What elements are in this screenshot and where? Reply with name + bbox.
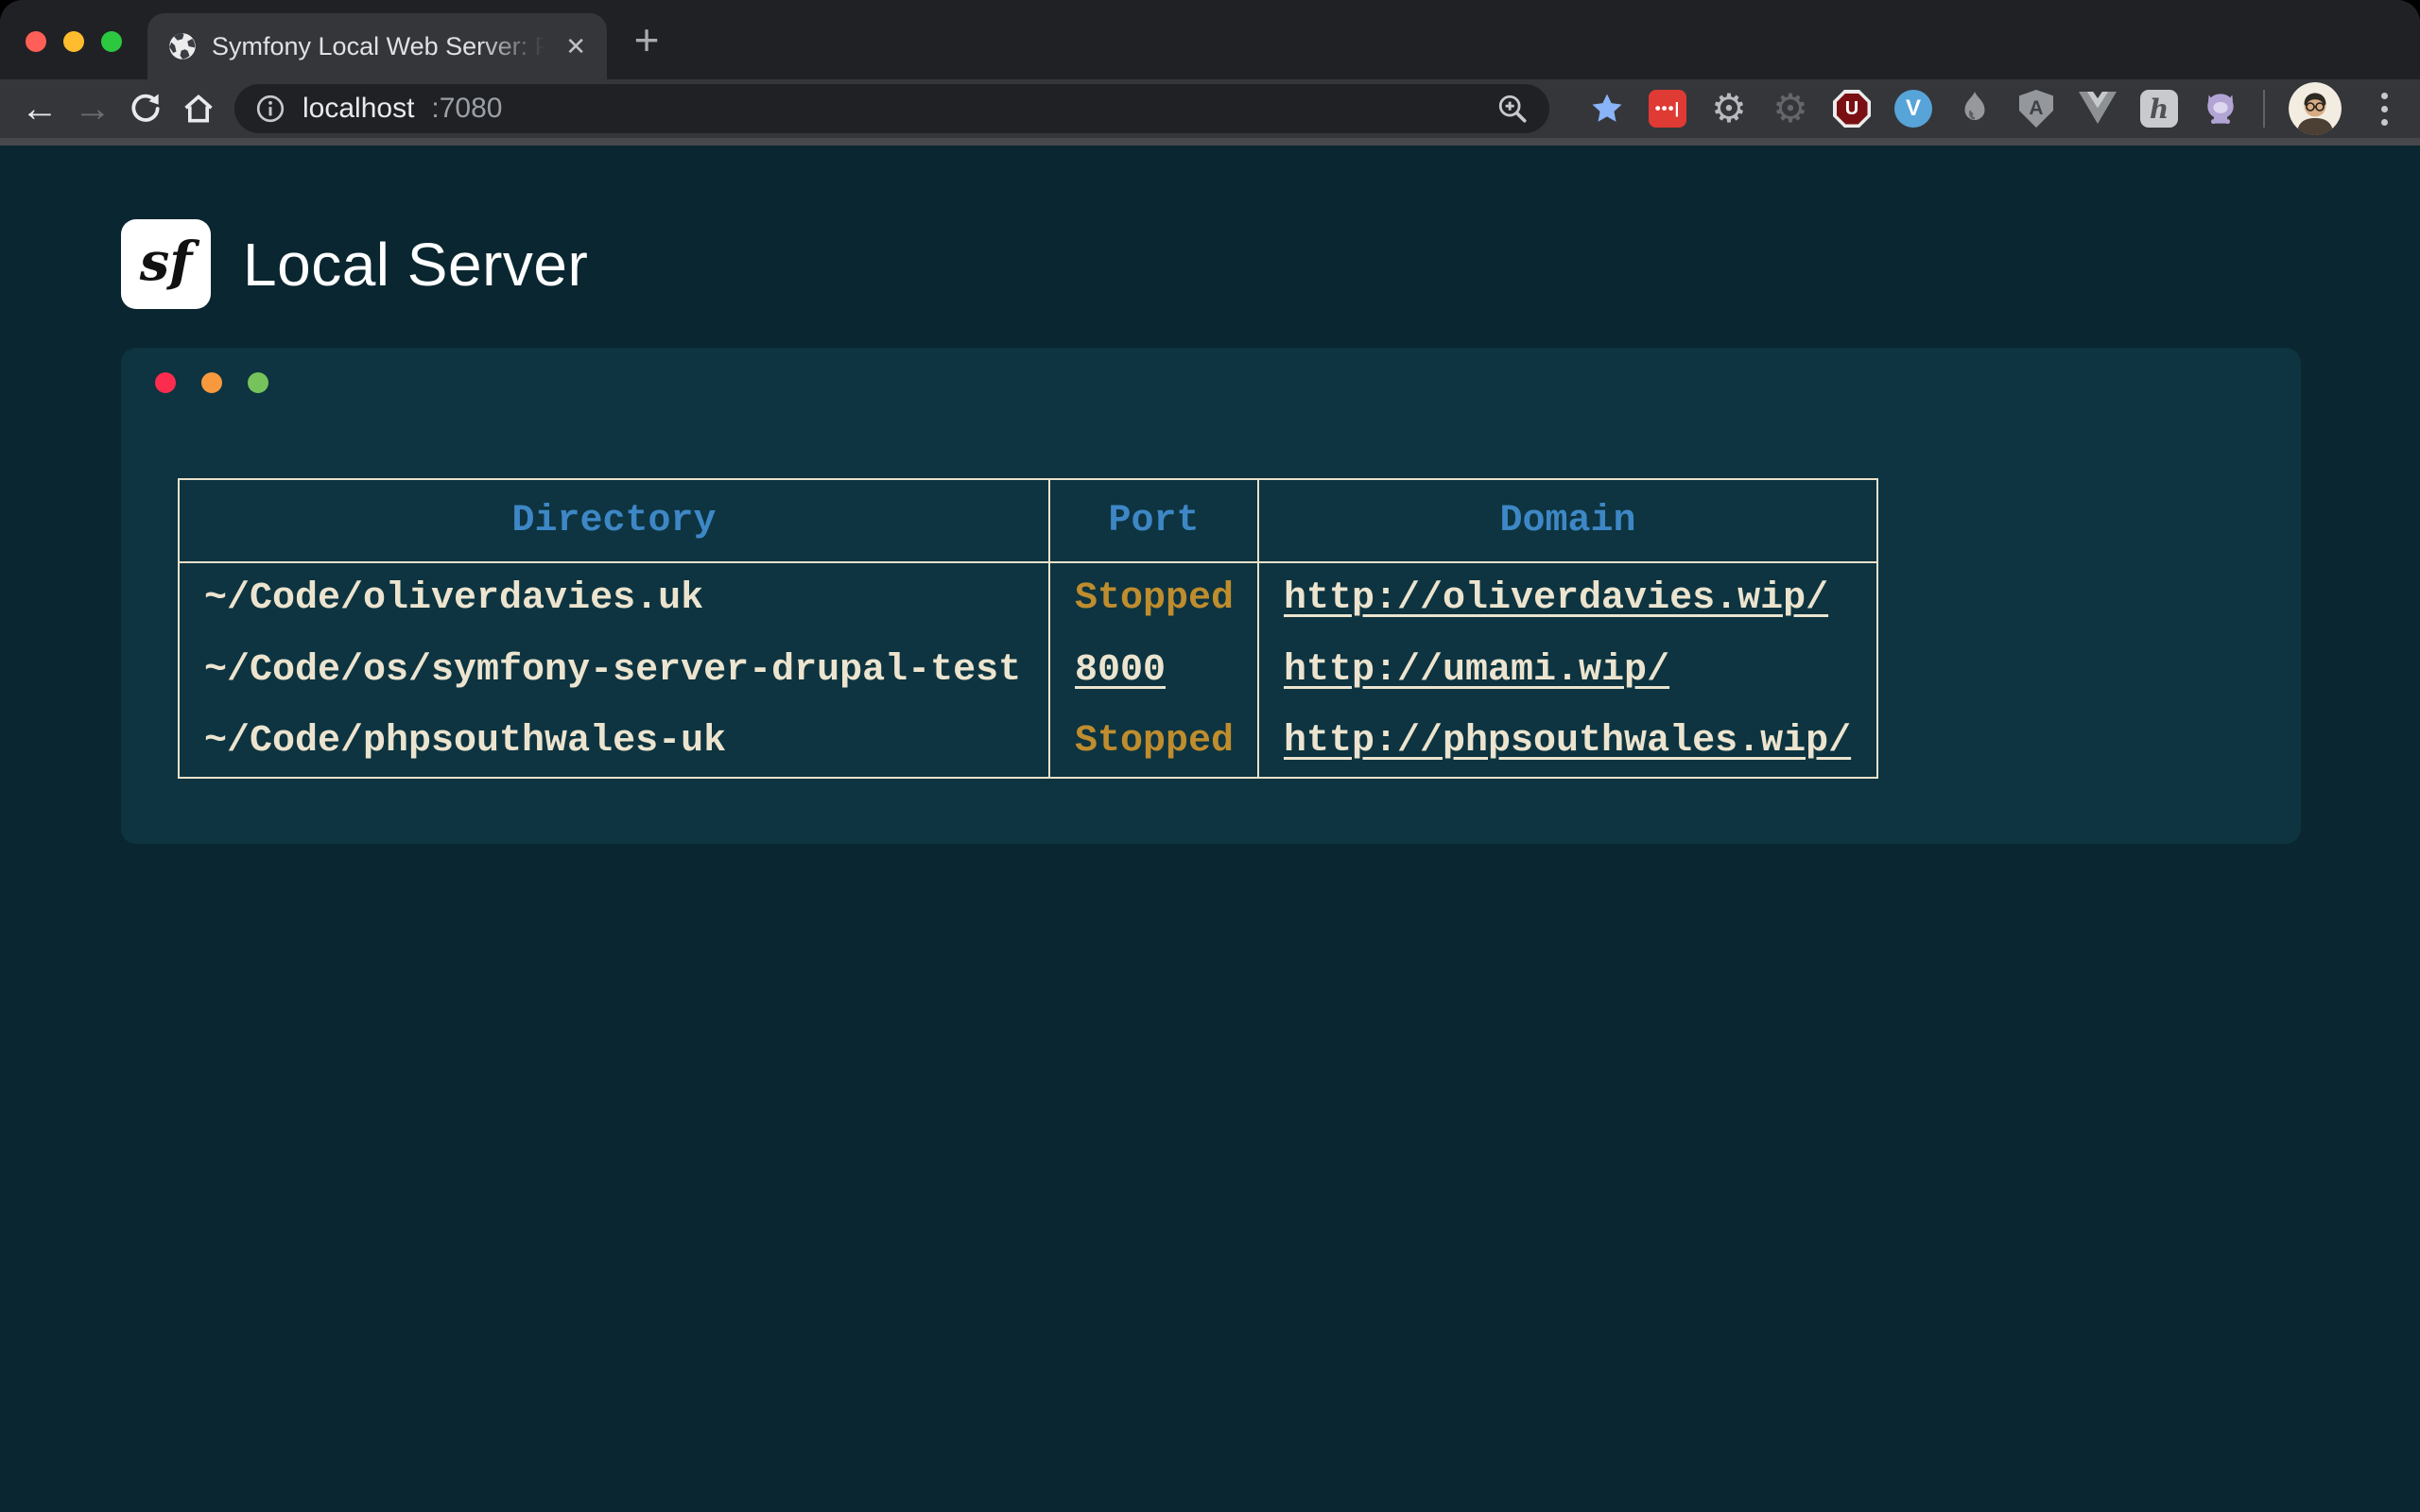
- forward-icon[interactable]: →: [66, 82, 119, 135]
- domain-link[interactable]: http://umami.wip/: [1284, 649, 1669, 692]
- domain-cell: http://umami.wip/: [1258, 634, 1877, 706]
- port-status: Stopped: [1049, 562, 1258, 634]
- zoom-indicator-icon[interactable]: [1496, 93, 1529, 125]
- panel-orange-dot: [201, 372, 222, 393]
- extension-vimium-icon[interactable]: V: [1894, 90, 1932, 128]
- servers-table: Directory Port Domain ~/Code/oliverdavie…: [178, 478, 1878, 779]
- tab-close-icon[interactable]: ✕: [565, 32, 586, 61]
- symfony-logo-icon: sf: [121, 219, 211, 309]
- extension-ublock-icon[interactable]: U: [1833, 90, 1871, 128]
- header-domain: Domain: [1258, 479, 1877, 562]
- window-controls: [26, 31, 122, 52]
- header-directory: Directory: [179, 479, 1049, 562]
- extension-drupal-icon[interactable]: [1956, 90, 1994, 128]
- directory-cell: ~/Code/os/symfony-server-drupal-test: [179, 634, 1049, 706]
- extension-vue-icon[interactable]: [2079, 90, 2117, 128]
- browser-menu-icon[interactable]: [2365, 93, 2403, 126]
- extension-gear-dim-icon[interactable]: ⚙: [1772, 90, 1809, 128]
- browser-tab[interactable]: Symfony Local Web Server: Prox ✕: [147, 13, 607, 79]
- table-row: ~/Code/phpsouthwales-uk Stopped http://p…: [179, 706, 1877, 778]
- extension-octotree-icon[interactable]: [2202, 90, 2239, 128]
- extension-angular-shield-icon[interactable]: A: [2017, 90, 2055, 128]
- server-panel: Directory Port Domain ~/Code/oliverdavie…: [121, 348, 2301, 844]
- panel-red-dot: [155, 372, 176, 393]
- page-content: sf Local Server Directory Port Domain: [0, 146, 2420, 1512]
- page-title: Local Server: [243, 230, 588, 300]
- panel-window-dots: [155, 372, 268, 393]
- port-link[interactable]: 8000: [1075, 649, 1166, 692]
- site-info-icon[interactable]: [255, 94, 285, 124]
- brand-header: sf Local Server: [121, 219, 588, 309]
- window-zoom-button[interactable]: [101, 31, 122, 52]
- window-close-button[interactable]: [26, 31, 46, 52]
- window-minimize-button[interactable]: [63, 31, 84, 52]
- globe-favicon-icon: [168, 32, 197, 60]
- reload-icon[interactable]: [119, 82, 172, 135]
- port-status: Stopped: [1049, 706, 1258, 778]
- url-port: :7080: [431, 93, 502, 125]
- port-cell: 8000: [1049, 634, 1258, 706]
- domain-link[interactable]: http://phpsouthwales.wip/: [1284, 720, 1851, 763]
- extension-password-manager-icon[interactable]: •••|: [1649, 90, 1686, 128]
- address-bar[interactable]: localhost :7080: [234, 84, 1549, 133]
- domain-cell: http://phpsouthwales.wip/: [1258, 706, 1877, 778]
- toolbar-edge-divider: [0, 138, 2420, 146]
- domain-cell: http://oliverdavies.wip/: [1258, 562, 1877, 634]
- header-port: Port: [1049, 479, 1258, 562]
- domain-link[interactable]: http://oliverdavies.wip/: [1284, 577, 1828, 620]
- panel-green-dot: [248, 372, 268, 393]
- tab-strip: Symfony Local Web Server: Prox ✕ +: [0, 0, 2420, 79]
- directory-cell: ~/Code/phpsouthwales-uk: [179, 706, 1049, 778]
- new-tab-button[interactable]: +: [624, 17, 669, 62]
- url-host: localhost: [302, 93, 414, 125]
- bookmark-star-icon[interactable]: [1589, 91, 1625, 127]
- directory-cell: ~/Code/oliverdavies.uk: [179, 562, 1049, 634]
- profile-avatar[interactable]: [2289, 82, 2342, 135]
- back-icon[interactable]: ←: [13, 82, 66, 135]
- toolbar-divider: [2263, 90, 2265, 128]
- toolbar-actions: •••| ⚙ ⚙ U V A: [1566, 82, 2403, 135]
- table-header-row: Directory Port Domain: [179, 479, 1877, 562]
- tab-title: Symfony Local Web Server: Prox: [212, 32, 544, 61]
- browser-toolbar: ← → localhost :7080: [0, 79, 2420, 138]
- extension-gear-icon[interactable]: ⚙: [1710, 90, 1748, 128]
- table-row: ~/Code/oliverdavies.uk Stopped http://ol…: [179, 562, 1877, 634]
- home-icon[interactable]: [172, 82, 225, 135]
- browser-window: Symfony Local Web Server: Prox ✕ + ← →: [0, 0, 2420, 1512]
- extension-honey-icon[interactable]: h: [2140, 90, 2178, 128]
- table-row: ~/Code/os/symfony-server-drupal-test 800…: [179, 634, 1877, 706]
